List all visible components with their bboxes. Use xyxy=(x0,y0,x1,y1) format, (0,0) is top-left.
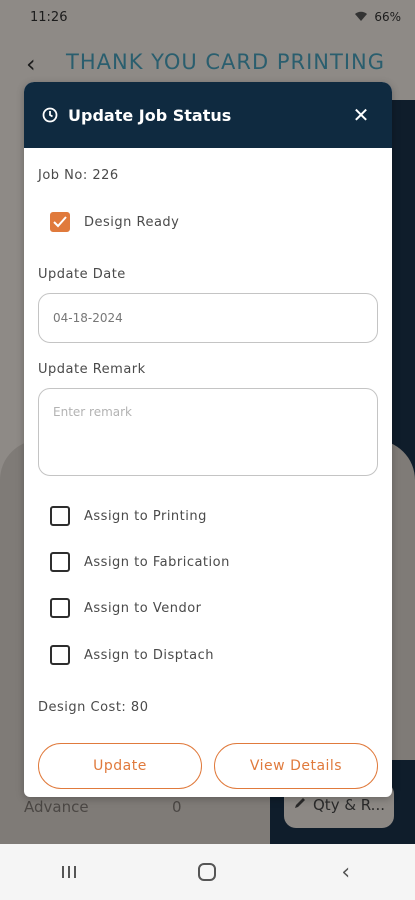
status-bar: 11:26 66% xyxy=(0,0,415,34)
update-remark-placeholder: Enter remark xyxy=(53,405,133,419)
update-remark-label: Update Remark xyxy=(38,362,146,377)
back-icon[interactable]: ‹ xyxy=(316,852,376,892)
home-icon[interactable] xyxy=(177,852,237,892)
status-icons: 66% xyxy=(354,10,401,25)
assign-dispatch-row[interactable]: Assign to Disptach xyxy=(50,645,214,665)
edit-icon xyxy=(293,796,307,814)
update-button[interactable]: Update xyxy=(38,743,202,789)
assign-vendor-row[interactable]: Assign to Vendor xyxy=(50,598,202,618)
assign-fabrication-checkbox[interactable] xyxy=(50,552,70,572)
job-number: Job No: 226 xyxy=(38,168,119,183)
back-arrow-icon[interactable]: ‹ xyxy=(26,50,36,78)
update-date-value: 04-18-2024 xyxy=(53,311,123,325)
assign-printing-row[interactable]: Assign to Printing xyxy=(50,506,207,526)
design-ready-checkbox-row[interactable]: Design Ready xyxy=(50,212,179,232)
assign-vendor-checkbox[interactable] xyxy=(50,598,70,618)
history-icon xyxy=(40,105,60,125)
update-date-field[interactable]: 04-18-2024 xyxy=(38,293,378,343)
background-row-value: 0 xyxy=(172,798,182,816)
background-row-advance: Advance 0 xyxy=(24,798,182,816)
assign-dispatch-checkbox[interactable] xyxy=(50,645,70,665)
assign-printing-label: Assign to Printing xyxy=(84,508,207,524)
background-row-label: Advance xyxy=(24,798,89,816)
dialog-header: Update Job Status ✕ xyxy=(24,82,392,148)
close-icon[interactable]: ✕ xyxy=(346,100,376,130)
battery-text: 66% xyxy=(374,10,401,24)
assign-vendor-label: Assign to Vendor xyxy=(84,600,202,616)
recent-apps-icon[interactable] xyxy=(39,852,99,892)
assign-dispatch-label: Assign to Disptach xyxy=(84,647,214,663)
assign-fabrication-row[interactable]: Assign to Fabrication xyxy=(50,552,230,572)
app-header: ‹ THANK YOU CARD PRINTING xyxy=(0,40,415,88)
view-details-button[interactable]: View Details xyxy=(214,743,378,789)
assign-printing-checkbox[interactable] xyxy=(50,506,70,526)
update-date-label: Update Date xyxy=(38,267,126,282)
design-ready-checkbox[interactable] xyxy=(50,212,70,232)
dialog-title: Update Job Status xyxy=(68,105,232,125)
design-ready-label: Design Ready xyxy=(84,214,180,230)
update-remark-field[interactable]: Enter remark xyxy=(38,388,378,476)
wifi-icon xyxy=(354,10,368,25)
design-cost: Design Cost: 80 xyxy=(38,700,149,715)
system-nav-bar: ‹ xyxy=(0,844,415,900)
page-title: THANK YOU CARD PRINTING xyxy=(66,50,386,74)
qty-rate-label: Qty & R... xyxy=(313,796,385,814)
status-time: 11:26 xyxy=(30,9,68,25)
assign-fabrication-label: Assign to Fabrication xyxy=(84,554,230,570)
update-job-status-dialog: Update Job Status ✕ Job No: 226 Design R… xyxy=(24,82,392,797)
